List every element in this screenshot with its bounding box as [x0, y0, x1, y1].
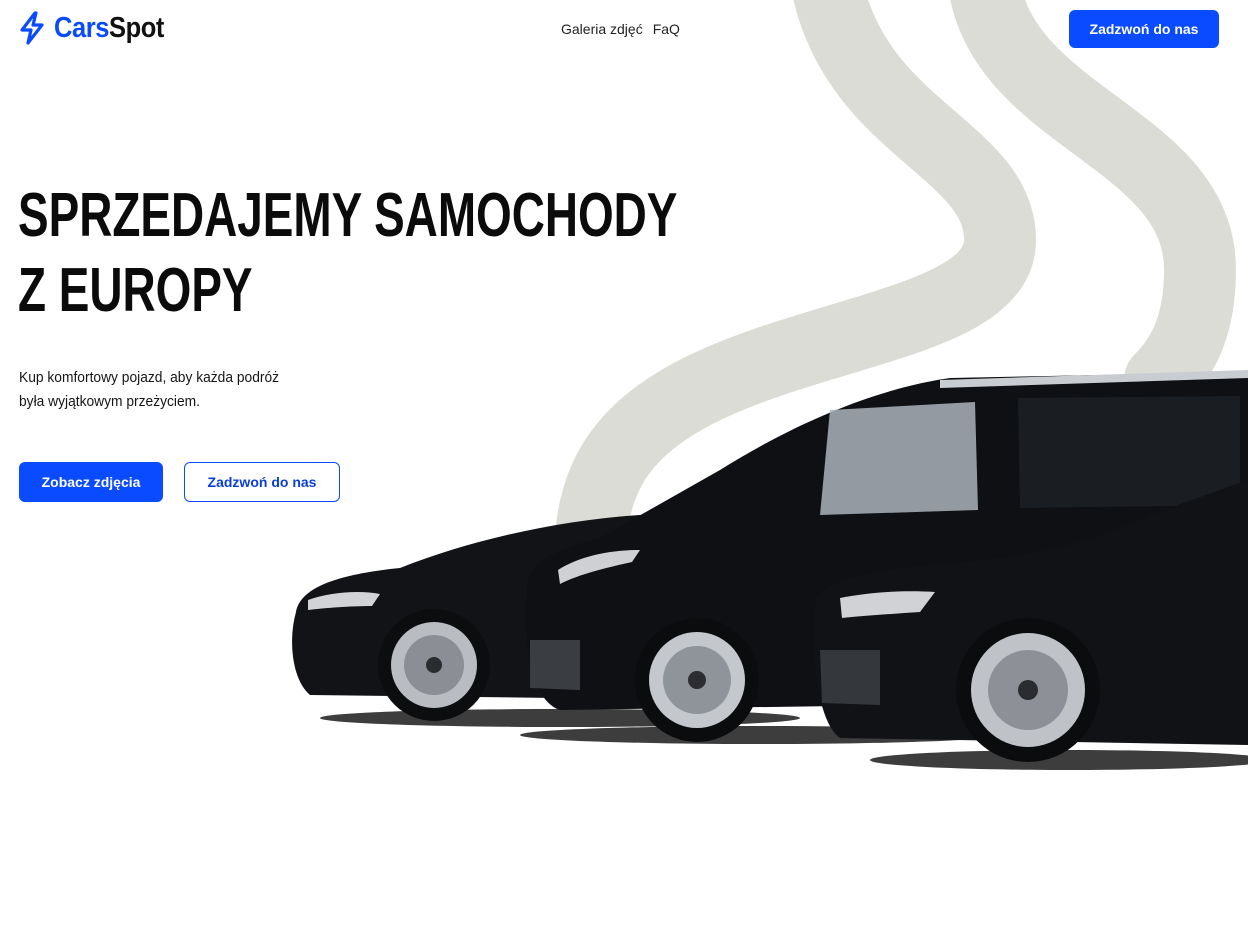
hero-title: SPRZEDAJEMY SAMOCHODY Z EUROPY [18, 178, 677, 328]
nav-item-gallery[interactable]: Galeria zdjęć [561, 20, 643, 38]
hero-subtitle-line-1: Kup komfortowy pojazd, aby każda podróż [19, 369, 280, 386]
hero-subtitle: Kup komfortowy pojazd, aby każda podróż … [19, 366, 279, 414]
brand-name-part2: Spot [109, 12, 164, 44]
site-header: CarsSpot Galeria zdjęć FaQ Zadzwoń do na… [0, 0, 1248, 60]
nav-item-faq[interactable]: FaQ [653, 20, 680, 38]
hero-call-button[interactable]: Zadzwoń do nas [184, 462, 340, 502]
view-photos-button[interactable]: Zobacz zdjęcia [19, 462, 163, 502]
header-call-button[interactable]: Zadzwoń do nas [1069, 10, 1219, 48]
brand-logo[interactable]: CarsSpot [18, 11, 179, 45]
lightning-bolt-icon [20, 11, 44, 45]
hero-subtitle-line-2: była wyjątkowym przeżyciem. [19, 393, 200, 410]
hero-title-line-2: Z EUROPY [18, 256, 253, 325]
hero-title-line-1: SPRZEDAJEMY SAMOCHODY [18, 181, 678, 250]
brand-name: CarsSpot [54, 11, 164, 45]
main-nav: Galeria zdjęć FaQ [561, 20, 680, 38]
brand-name-part1: Cars [54, 12, 109, 44]
